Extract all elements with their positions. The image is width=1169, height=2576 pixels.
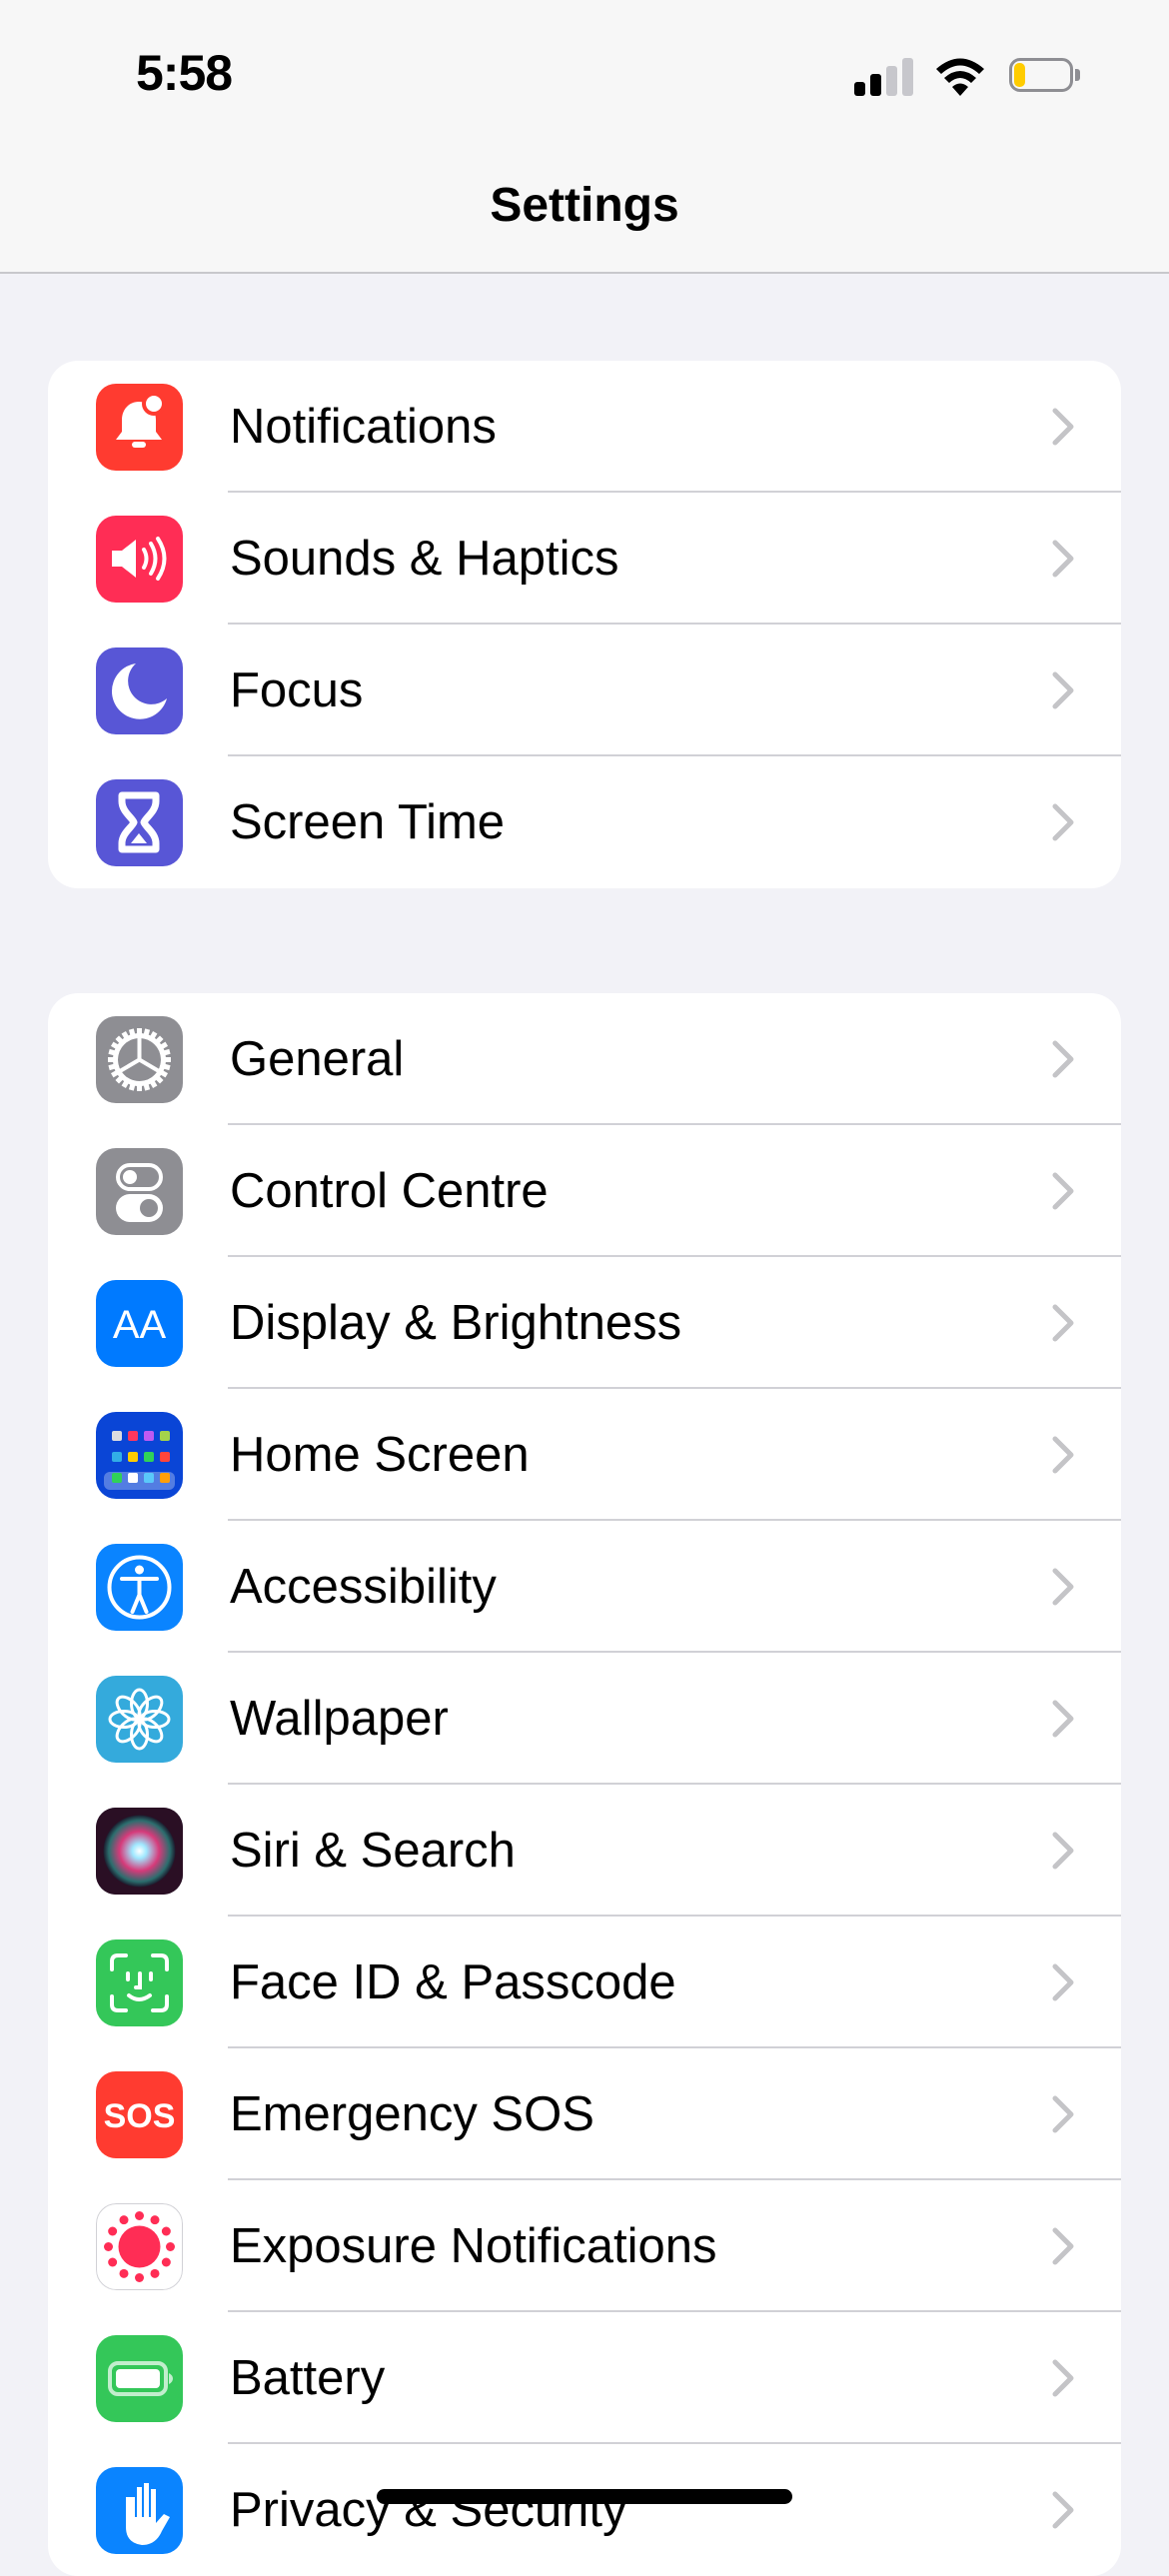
- chevron-right-icon: [1051, 1435, 1075, 1475]
- settings-row-label: General: [230, 1032, 405, 1086]
- settings-row-label: Battery: [230, 2351, 386, 2405]
- settings-row-label: Exposure Notifications: [230, 2219, 717, 2273]
- settings-row-display-and-brightness[interactable]: AA Display & Brightness: [48, 1257, 1121, 1389]
- face-id-icon: [96, 1939, 183, 2026]
- cellular-signal-icon: [854, 58, 914, 96]
- chevron-right-icon: [1051, 2358, 1075, 2398]
- chevron-right-icon: [1051, 1831, 1075, 1871]
- settings-row-label: Wallpaper: [230, 1692, 449, 1746]
- settings-row-screen-time[interactable]: Screen Time: [48, 756, 1121, 888]
- signal-bar: [854, 82, 865, 96]
- settings-row-label: Sounds & Haptics: [230, 532, 619, 586]
- settings-group-system: General Control Centre AA Display & Brightn…: [48, 993, 1121, 2576]
- text-size-icon: AA: [96, 1280, 183, 1367]
- settings-row-siri-and-search[interactable]: Siri & Search: [48, 1785, 1121, 1917]
- status-time: 5:58: [136, 45, 233, 101]
- sos-icon: SOS: [96, 2071, 183, 2158]
- settings-row-label: Accessibility: [230, 1560, 497, 1614]
- svg-text:AA: AA: [113, 1303, 167, 1347]
- wifi-icon: [934, 56, 986, 98]
- settings-group-top: Notifications Sounds & Haptics Focus Screen…: [48, 361, 1121, 888]
- settings-row-label: Home Screen: [230, 1428, 530, 1482]
- exposure-icon: [96, 2203, 183, 2290]
- settings-row-wallpaper[interactable]: Wallpaper: [48, 1653, 1121, 1785]
- settings-row-privacy-and-security[interactable]: Privacy & Security: [48, 2444, 1121, 2576]
- flower-icon: [96, 1676, 183, 1763]
- signal-bar: [902, 58, 913, 96]
- page-title: Settings: [490, 179, 679, 232]
- hourglass-icon: [96, 779, 183, 866]
- accessibility-icon: [96, 1544, 183, 1631]
- settings-row-notifications[interactable]: Notifications: [48, 361, 1121, 493]
- settings-row-label: Siri & Search: [230, 1824, 516, 1878]
- chevron-right-icon: [1051, 407, 1075, 447]
- moon-icon: [96, 647, 183, 734]
- chevron-right-icon: [1051, 1039, 1075, 1079]
- chevron-right-icon: [1051, 2094, 1075, 2134]
- settings-row-home-screen[interactable]: Home Screen: [48, 1389, 1121, 1521]
- settings-row-label: Screen Time: [230, 795, 506, 849]
- settings-row-general[interactable]: General: [48, 993, 1121, 1125]
- hand-icon: [96, 2467, 183, 2554]
- settings-row-sounds-and-haptics[interactable]: Sounds & Haptics: [48, 493, 1121, 625]
- navigation-bar: 5:58 Settings: [0, 0, 1169, 274]
- settings-row-label: Control Centre: [230, 1164, 549, 1218]
- settings-row-control-centre[interactable]: Control Centre: [48, 1125, 1121, 1257]
- siri-orb-icon: [96, 1808, 183, 1895]
- battery-icon: [96, 2335, 183, 2422]
- chevron-right-icon: [1051, 1962, 1075, 2002]
- app-grid-icon: [96, 1412, 183, 1499]
- gear-icon: [96, 1016, 183, 1103]
- chevron-right-icon: [1051, 1567, 1075, 1607]
- settings-row-face-id-and-passcode[interactable]: Face ID & Passcode: [48, 1917, 1121, 2048]
- chevron-right-icon: [1051, 2490, 1075, 2530]
- signal-bar: [886, 66, 897, 96]
- settings-row-label: Emergency SOS: [230, 2087, 594, 2141]
- svg-text:SOS: SOS: [104, 2097, 176, 2135]
- signal-bar: [870, 74, 881, 96]
- settings-row-label: Face ID & Passcode: [230, 1955, 676, 2009]
- speaker-wave-icon: [96, 516, 183, 603]
- bell-badge-icon: [96, 384, 183, 471]
- home-indicator[interactable]: [377, 2489, 792, 2504]
- chevron-right-icon: [1051, 1171, 1075, 1211]
- battery-indicator-icon: [1009, 58, 1081, 96]
- chevron-right-icon: [1051, 1699, 1075, 1739]
- settings-row-battery[interactable]: Battery: [48, 2312, 1121, 2444]
- settings-row-emergency-sos[interactable]: SOS Emergency SOS: [48, 2048, 1121, 2180]
- settings-row-accessibility[interactable]: Accessibility: [48, 1521, 1121, 1653]
- settings-row-label: Display & Brightness: [230, 1296, 682, 1350]
- settings-row-label: Focus: [230, 663, 364, 717]
- chevron-right-icon: [1051, 539, 1075, 579]
- settings-row-label: Notifications: [230, 400, 497, 454]
- chevron-right-icon: [1051, 2226, 1075, 2266]
- chevron-right-icon: [1051, 802, 1075, 842]
- chevron-right-icon: [1051, 670, 1075, 710]
- chevron-right-icon: [1051, 1303, 1075, 1343]
- toggles-icon: [96, 1148, 183, 1235]
- settings-row-exposure-notifications[interactable]: Exposure Notifications: [48, 2180, 1121, 2312]
- settings-row-focus[interactable]: Focus: [48, 625, 1121, 756]
